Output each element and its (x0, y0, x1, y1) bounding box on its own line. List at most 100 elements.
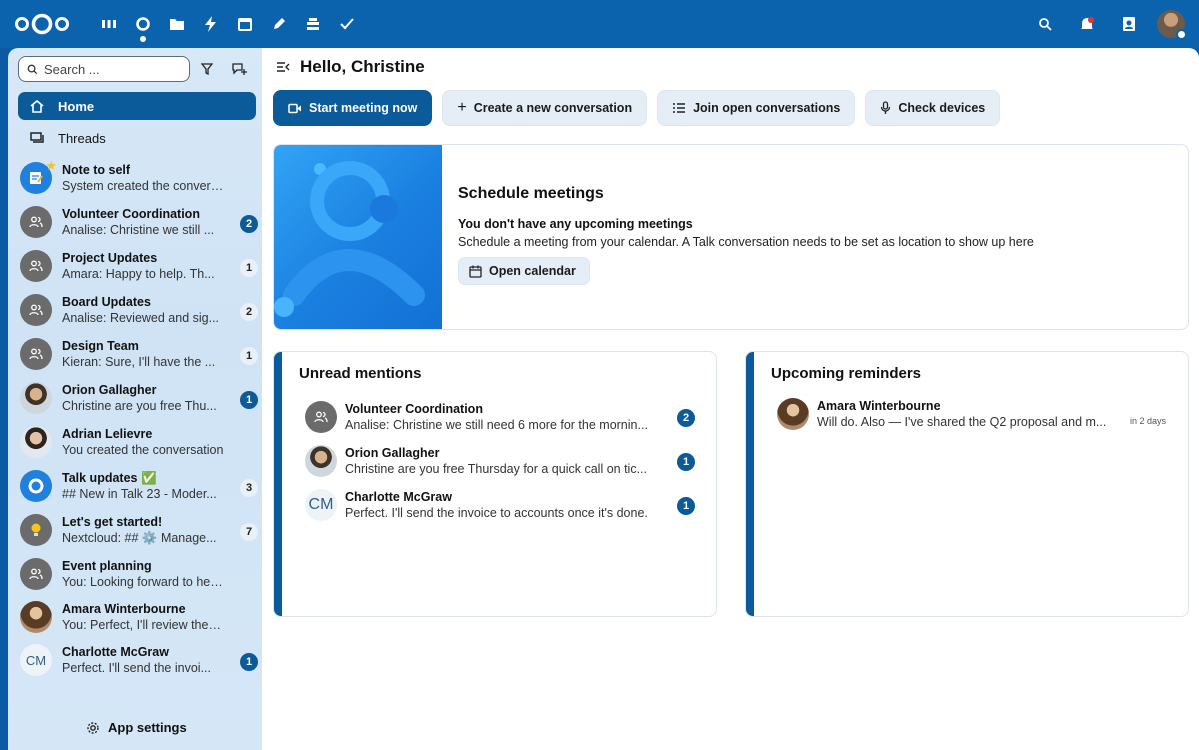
mention-message: Analise: Christine we still need 6 more … (345, 417, 648, 432)
calendar-icon[interactable] (228, 4, 262, 44)
app-settings-label: App settings (108, 720, 187, 735)
home-icon (30, 99, 44, 113)
open-calendar-button[interactable]: Open calendar (458, 257, 590, 285)
search-field[interactable] (18, 56, 190, 82)
reminder-item[interactable]: Amara Winterbourne Will do. Also — I've … (777, 394, 1177, 434)
create-conversation-button[interactable]: + Create a new conversation (442, 90, 648, 126)
reminder-due: in 2 days (1130, 416, 1167, 426)
conversation-name: Design Team (62, 338, 139, 353)
note-to-self-avatar: ★ (20, 158, 57, 194)
conversation-last-message: You: Looking forward to heari... (62, 574, 228, 589)
start-meeting-label: Start meeting now (309, 101, 418, 115)
conversation-item[interactable]: Event planning You: Looking forward to h… (20, 554, 258, 594)
unread-badge: 1 (240, 259, 258, 277)
avatar (20, 426, 52, 458)
nav-home-label: Home (58, 98, 95, 114)
lightbulb-icon (20, 514, 52, 546)
unified-search-icon[interactable] (1027, 6, 1063, 42)
conversation-item[interactable]: CM Charlotte McGraw Perfect. I'll send t… (20, 640, 258, 680)
avatar: CM (305, 489, 337, 521)
avatar (305, 445, 337, 477)
activity-icon[interactable] (194, 4, 228, 44)
conversation-item[interactable]: Orion Gallagher Christine are you free T… (20, 378, 258, 418)
toggle-sidebar-icon[interactable] (276, 61, 290, 73)
conversation-name: Adrian Lelievre (62, 426, 153, 441)
microphone-icon (881, 101, 891, 114)
new-conversation-button[interactable] (224, 54, 254, 84)
schedule-subtitle: You don't have any upcoming meetings (458, 217, 693, 231)
join-open-label: Join open conversations (693, 101, 841, 115)
search-input[interactable] (44, 61, 174, 77)
conversation-name: Charlotte McGraw (62, 644, 169, 659)
unread-badge: 1 (240, 653, 258, 671)
group-avatar-icon (20, 338, 52, 370)
files-icon[interactable] (160, 4, 194, 44)
filter-icon (201, 63, 213, 75)
mention-name: Orion Gallagher (345, 445, 440, 460)
note-icon (30, 172, 43, 184)
conversation-item[interactable]: Amara Winterbourne You: Perfect, I'll re… (20, 597, 258, 637)
video-icon (288, 103, 301, 113)
conversation-item[interactable]: Board Updates Analise: Reviewed and sig.… (20, 290, 258, 330)
talk-icon[interactable] (126, 4, 160, 44)
conversation-last-message: Christine are you free Thu... (62, 398, 217, 413)
list-icon (673, 103, 686, 113)
mention-item[interactable]: Orion Gallagher Christine are you free T… (305, 441, 695, 481)
panel-accent-bar (274, 352, 282, 616)
talk-updates-avatar (20, 470, 52, 502)
unread-badge: 2 (677, 409, 695, 427)
conversation-item[interactable]: Talk updates ✅ ## New in Talk 23 - Moder… (20, 466, 258, 506)
conversation-last-message: Perfect. I'll send the invoi... (62, 660, 211, 675)
conversation-item[interactable]: Project Updates Amara: Happy to help. Th… (20, 246, 258, 286)
conversation-item[interactable]: ★ Note to self System created the conver… (20, 158, 258, 198)
avatar (20, 382, 52, 414)
app-settings-button[interactable]: App settings (86, 720, 187, 735)
check-devices-button[interactable]: Check devices (865, 90, 1001, 126)
conversation-item[interactable]: Volunteer Coordination Analise: Christin… (20, 202, 258, 242)
unread-badge: 1 (240, 347, 258, 365)
avatar (777, 398, 809, 430)
filter-button[interactable] (192, 54, 222, 84)
nav-threads-label: Threads (58, 130, 106, 146)
page-title: Hello, Christine (300, 57, 425, 76)
unread-badge: 2 (240, 303, 258, 321)
unread-badge: 7 (240, 523, 258, 541)
conversation-name: Talk updates ✅ (62, 470, 157, 485)
unread-mentions-panel: Unread mentions Volunteer Coordination A… (273, 351, 717, 617)
conversation-name: Orion Gallagher (62, 382, 157, 397)
conversation-item[interactable]: Let's get started! Nextcloud: ## ⚙️ Mana… (20, 510, 258, 550)
nextcloud-logo-icon[interactable] (14, 9, 70, 39)
conversation-item[interactable]: Adrian Lelievre You created the conversa… (20, 422, 258, 462)
user-menu-avatar[interactable] (1153, 6, 1189, 42)
contacts-icon[interactable] (1111, 6, 1147, 42)
nav-home[interactable]: Home (18, 92, 256, 120)
group-avatar-icon (305, 401, 337, 433)
mention-item[interactable]: CM Charlotte McGraw Perfect. I'll send t… (305, 485, 695, 525)
open-calendar-label: Open calendar (489, 264, 576, 278)
top-bar (0, 0, 1199, 48)
conversation-last-message: Nextcloud: ## ⚙️ Manage... (62, 530, 217, 545)
group-avatar-icon (20, 250, 52, 282)
nav-threads[interactable]: Threads (18, 124, 256, 152)
dashboard-icon[interactable] (92, 4, 126, 44)
schedule-meetings-card: Schedule meetings You don't have any upc… (273, 144, 1189, 330)
tasks-icon[interactable] (330, 4, 364, 44)
unread-badge: 2 (240, 215, 258, 233)
left-sidebar: Home Threads ★ Note to self System creat… (8, 48, 262, 750)
unread-badge: 1 (677, 453, 695, 471)
notifications-bell-icon[interactable] (1069, 6, 1105, 42)
mention-name: Volunteer Coordination (345, 401, 483, 416)
unread-mentions-title: Unread mentions (299, 365, 422, 382)
join-open-conversations-button[interactable]: Join open conversations (657, 90, 856, 126)
avatar: CM (20, 644, 52, 676)
mention-item[interactable]: Volunteer Coordination Analise: Christin… (305, 397, 695, 437)
start-meeting-button[interactable]: Start meeting now (273, 90, 433, 126)
notes-icon[interactable] (262, 4, 296, 44)
conversation-item[interactable]: Design Team Kieran: Sure, I'll have the … (20, 334, 258, 374)
conversation-name: Project Updates (62, 250, 158, 265)
deck-icon[interactable] (296, 4, 330, 44)
group-avatar-icon (20, 294, 52, 326)
conversation-last-message: ## New in Talk 23 - Moder... (62, 486, 217, 501)
schedule-title: Schedule meetings (458, 185, 604, 202)
chat-plus-icon (232, 63, 247, 75)
